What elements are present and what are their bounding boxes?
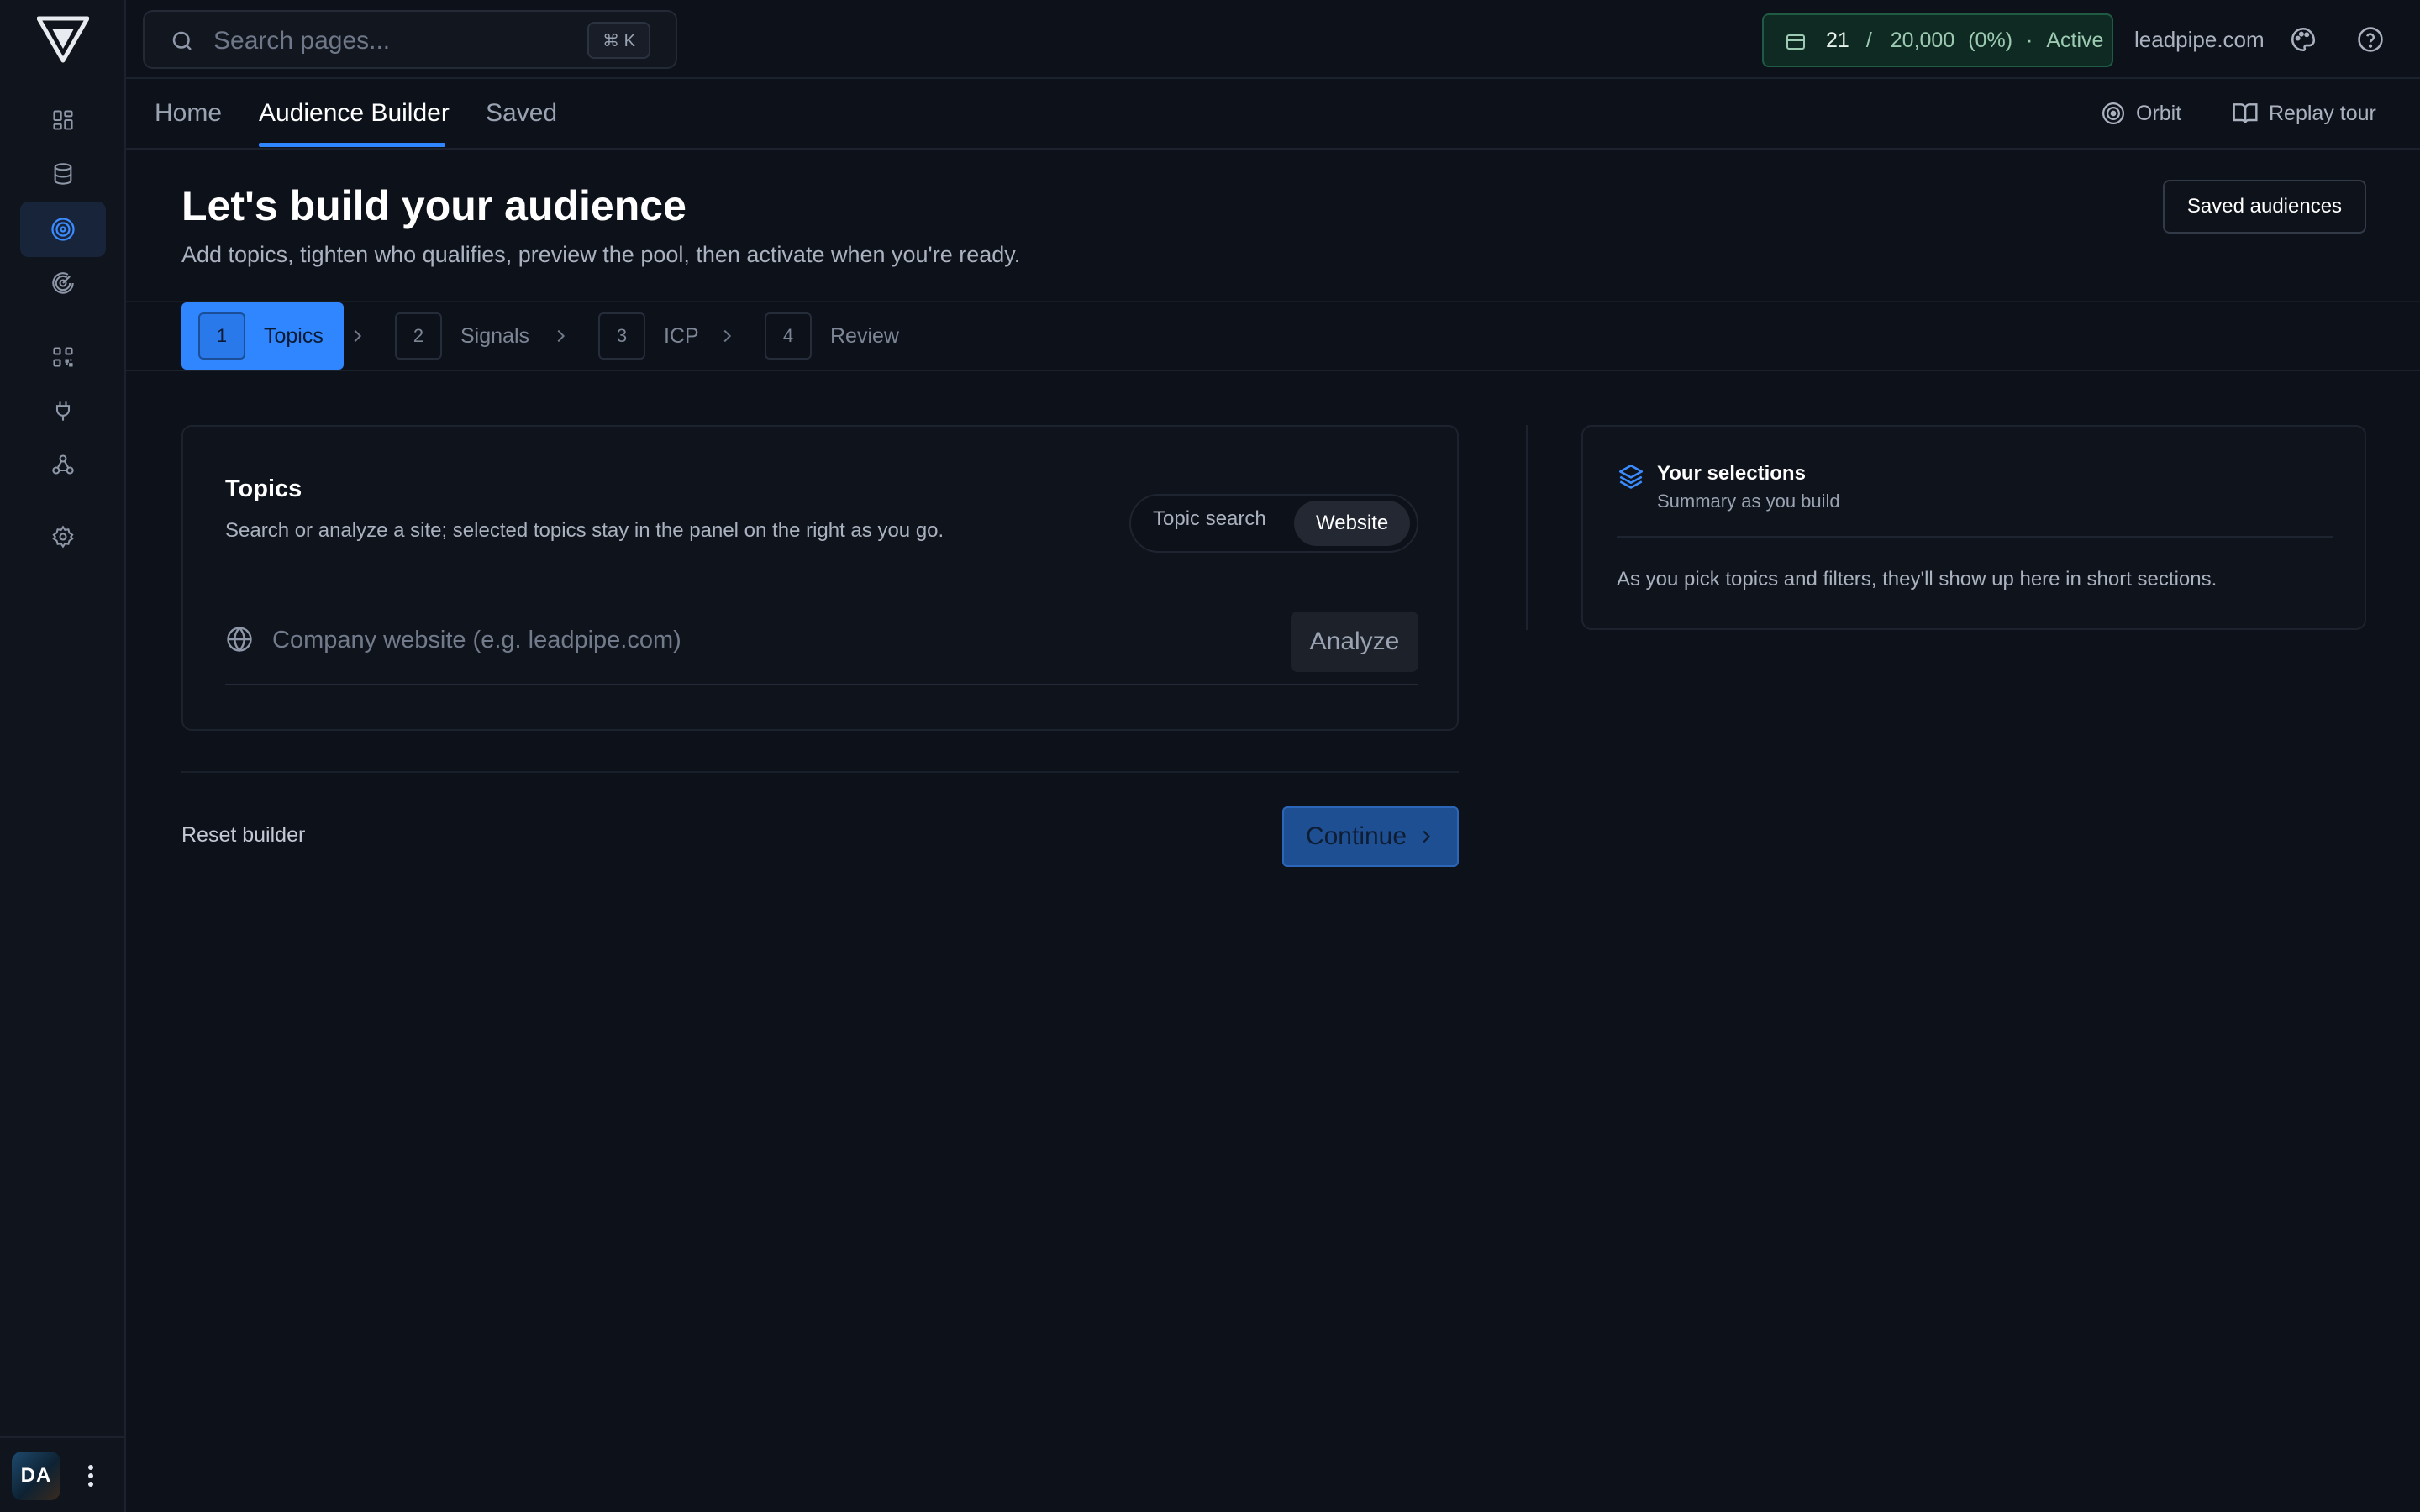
topics-title: Topics <box>225 475 302 502</box>
step-number: 1 <box>198 312 245 360</box>
step-label: Signals <box>460 323 529 348</box>
replay-tour-button[interactable]: Replay tour <box>2232 101 2376 126</box>
reset-builder-button[interactable]: Reset builder <box>182 823 305 848</box>
replay-tour-label: Replay tour <box>2269 101 2376 125</box>
webhook-icon <box>51 453 75 476</box>
plug-icon <box>51 399 75 423</box>
step-label: Review <box>830 323 899 348</box>
sidebar-item-database[interactable] <box>20 146 106 202</box>
topic-search-option[interactable]: Topic search <box>1153 507 1266 531</box>
step-number: 2 <box>395 312 442 360</box>
user-section: DA <box>0 1436 126 1512</box>
website-url-placeholder: Company website (e.g. leadpipe.com) <box>272 627 681 654</box>
logo[interactable] <box>37 15 89 64</box>
more-options-icon[interactable] <box>82 1463 99 1488</box>
layers-icon <box>1617 462 1645 491</box>
palette-icon[interactable] <box>2289 25 2317 54</box>
avatar[interactable]: DA <box>12 1452 60 1500</box>
step-icp[interactable]: 3 ICP <box>598 302 699 370</box>
search-shortcut: ⌘ K <box>587 22 650 59</box>
credits-total: 20,000 <box>1890 28 1955 52</box>
continue-button[interactable]: Continue <box>1282 806 1459 867</box>
credits-status-badge[interactable]: 21 / 20,000 (0%) · Active <box>1762 13 2113 67</box>
page-subtitle: Add topics, tighten who qualifies, previ… <box>182 242 1021 267</box>
credits-dot: · <box>2026 28 2033 52</box>
top-bar: Search pages... ⌘ K 21 / 20,000 (0%) · A… <box>126 0 2420 79</box>
database-icon <box>51 162 75 186</box>
step-review[interactable]: 4 Review <box>765 302 899 370</box>
search-input[interactable]: Search pages... ⌘ K <box>143 10 677 69</box>
credits-percent: (0%) <box>1968 28 2013 52</box>
gear-icon <box>51 525 75 549</box>
step-topics[interactable]: 1 Topics <box>182 302 344 370</box>
selections-empty-text: As you pick topics and filters, they'll … <box>1617 568 2217 591</box>
credits-status: Active <box>2046 28 2104 52</box>
orbit-icon <box>2101 101 2126 126</box>
orbit-button[interactable]: Orbit <box>2101 101 2181 126</box>
chevron-right-icon <box>551 326 570 346</box>
topics-card: Topics Search or analyze a site; selecte… <box>182 425 1459 731</box>
sidebar-item-webhooks[interactable] <box>20 437 106 492</box>
qr-grid-icon <box>51 345 75 369</box>
search-placeholder: Search pages... <box>213 27 391 55</box>
sidebar: DA <box>0 0 126 1512</box>
book-icon <box>2232 101 2259 126</box>
chevron-right-icon <box>348 326 366 346</box>
step-number: 3 <box>598 312 645 360</box>
divider <box>182 771 1459 773</box>
selections-subtitle: Summary as you build <box>1657 491 1840 512</box>
credits-used: 21 <box>1826 28 1849 52</box>
website-url-field[interactable]: Company website (e.g. leadpipe.com) Anal… <box>225 603 1418 685</box>
step-signals[interactable]: 2 Signals <box>395 302 529 370</box>
sidebar-item-integrations[interactable] <box>20 383 106 438</box>
chevron-right-icon <box>718 326 736 346</box>
step-label: Topics <box>264 323 324 348</box>
step-label: ICP <box>664 323 699 348</box>
website-option[interactable]: Website <box>1294 501 1411 546</box>
credits-separator: / <box>1865 28 1872 52</box>
sidebar-item-qr[interactable] <box>20 329 106 385</box>
saved-audiences-button[interactable]: Saved audiences <box>2163 180 2366 234</box>
topic-mode-toggle: Topic search Website <box>1129 494 1418 553</box>
globe-icon <box>225 625 254 654</box>
help-icon[interactable] <box>2356 25 2385 54</box>
account-domain[interactable]: leadpipe.com <box>2134 27 2265 53</box>
sidebar-item-dashboard[interactable] <box>20 92 106 148</box>
tab-audience-builder[interactable]: Audience Builder <box>259 99 450 128</box>
card-icon <box>1786 34 1806 50</box>
step-number: 4 <box>765 312 812 360</box>
divider <box>1617 536 2333 538</box>
dashboard-icon <box>51 108 75 132</box>
topics-subtitle: Search or analyze a site; selected topic… <box>225 519 944 542</box>
radar-icon <box>51 271 75 295</box>
selections-panel: Your selections Summary as you build As … <box>1581 425 2366 630</box>
tabs-bar: Home Audience Builder Saved Orbit Replay… <box>126 79 2420 150</box>
sidebar-item-settings[interactable] <box>20 509 106 564</box>
column-divider <box>1526 425 1528 630</box>
sidebar-item-radar[interactable] <box>20 255 106 311</box>
chevron-right-icon <box>1417 827 1435 847</box>
stepper: 1 Topics 2 Signals 3 ICP 4 Review <box>126 301 2420 371</box>
continue-label: Continue <box>1305 822 1407 850</box>
active-tab-underline <box>259 143 445 147</box>
tab-saved[interactable]: Saved <box>486 99 557 128</box>
tab-home[interactable]: Home <box>155 99 222 128</box>
analyze-button[interactable]: Analyze <box>1291 612 1418 672</box>
avatar-initials: DA <box>20 1464 52 1487</box>
orbit-label: Orbit <box>2136 101 2182 125</box>
search-icon <box>170 29 195 54</box>
selections-title: Your selections <box>1657 462 1806 485</box>
target-icon <box>50 217 76 242</box>
page-title: Let's build your audience <box>182 182 687 229</box>
sidebar-item-audience[interactable] <box>20 202 106 257</box>
